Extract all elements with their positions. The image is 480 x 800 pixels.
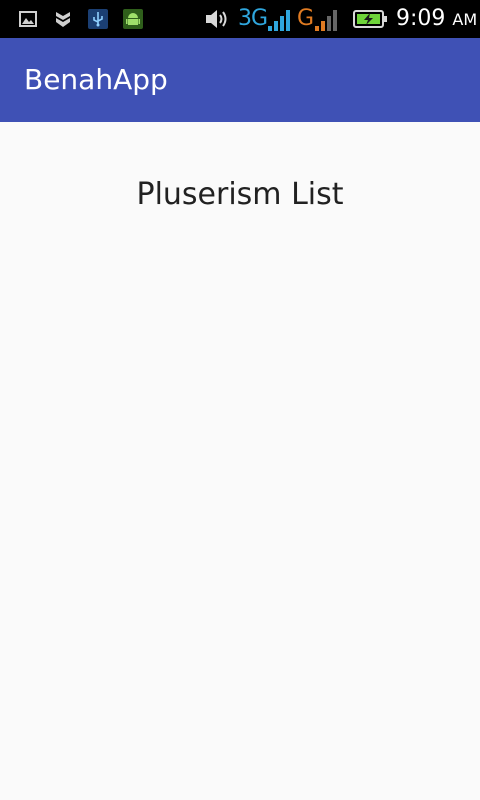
status-bar: 3G G 9:09 AM xyxy=(0,0,480,38)
usb-icon xyxy=(88,9,108,29)
status-time-value: 9:09 xyxy=(396,6,446,31)
battery-charging-icon xyxy=(353,10,387,28)
status-time-ampm: AM xyxy=(452,10,478,29)
main-content: Pluserism List xyxy=(0,122,480,800)
android-debug-icon xyxy=(123,9,143,29)
notification-shield-icon xyxy=(56,12,70,27)
app-bar: BenahApp xyxy=(0,38,480,122)
signal-g-icon xyxy=(315,10,337,31)
network-3g-label: 3G xyxy=(238,6,268,31)
gallery-icon xyxy=(19,11,37,27)
network-g-label: G xyxy=(297,6,314,31)
app-title: BenahApp xyxy=(24,63,168,96)
volume-icon xyxy=(206,10,227,28)
status-time: 9:09 AM xyxy=(396,5,477,34)
page-heading: Pluserism List xyxy=(136,177,344,212)
signal-3g-icon xyxy=(268,10,290,31)
